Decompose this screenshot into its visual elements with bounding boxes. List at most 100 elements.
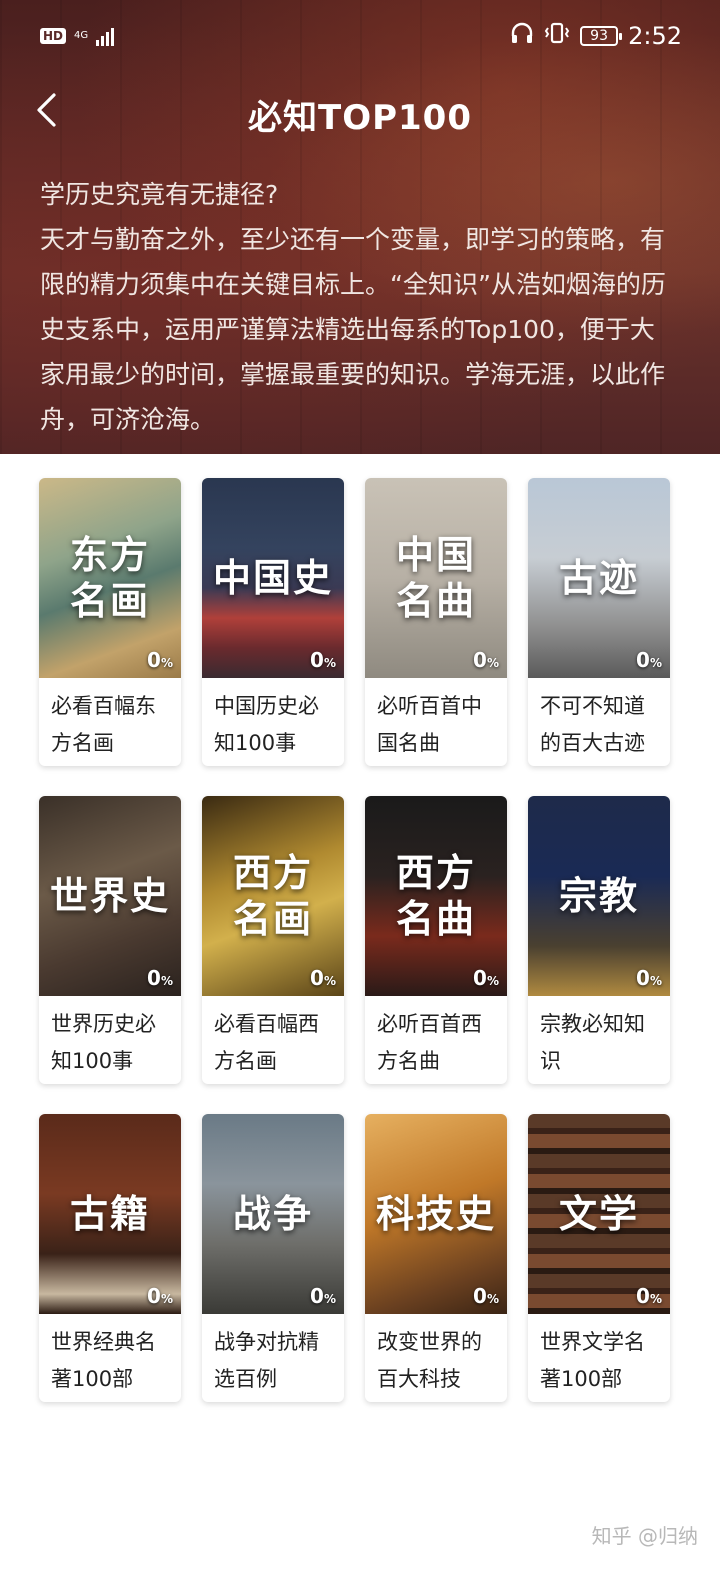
progress-value: 0 — [636, 966, 650, 990]
card-caption: 世界经典名著100部 — [51, 1330, 156, 1391]
topic-card[interactable]: 宗教 0% 宗教必知知识 — [528, 796, 670, 1084]
card-caption: 必看百幅西方名画 — [214, 1012, 319, 1073]
progress-value: 0 — [147, 966, 161, 990]
card-caption: 必看百幅东方名画 — [51, 694, 156, 755]
progress-unit: % — [486, 1292, 499, 1306]
network-label: 4G — [74, 30, 89, 41]
topic-grid: 东方 名画 0% 必看百幅东方名画 中国史 0% 中国历史必知100事 中国 名曲 0% 必听百… — [39, 478, 679, 1402]
card-cover-title: 西方 名曲 — [395, 850, 476, 941]
card-progress: 0% — [636, 648, 662, 672]
progress-unit: % — [160, 656, 173, 670]
headphones-icon — [510, 22, 534, 50]
card-cover-image: 文学 0% — [528, 1114, 670, 1314]
signal-icon — [96, 26, 115, 46]
progress-unit: % — [160, 1292, 173, 1306]
card-caption: 宗教必知知识 — [540, 1012, 645, 1073]
card-cover-title: 古籍 — [69, 1191, 150, 1236]
progress-value: 0 — [473, 1284, 487, 1308]
card-caption: 中国历史必知100事 — [214, 694, 319, 755]
card-caption: 不可不知道的百大古迹 — [540, 694, 645, 755]
battery-level: 93 — [590, 28, 608, 44]
progress-unit: % — [649, 1292, 662, 1306]
progress-unit: % — [649, 656, 662, 670]
progress-value: 0 — [147, 648, 161, 672]
progress-value: 0 — [636, 648, 650, 672]
watermark: 知乎 @归纳 — [591, 1524, 698, 1548]
topic-card[interactable]: 文学 0% 世界文学名著100部 — [528, 1114, 670, 1402]
progress-value: 0 — [473, 648, 487, 672]
intro-body: 天才与勤奋之外，至少还有一个变量，即学习的策略，有限的精力须集中在关键目标上。“… — [40, 225, 666, 434]
progress-value: 0 — [473, 966, 487, 990]
hd-badge: HD — [40, 28, 67, 44]
card-cover-title: 科技史 — [375, 1191, 496, 1236]
card-caption: 世界历史必知100事 — [51, 1012, 156, 1073]
card-progress: 0% — [147, 648, 173, 672]
card-cover-title: 中国 名曲 — [395, 532, 476, 623]
card-cover-image: 宗教 0% — [528, 796, 670, 996]
card-caption: 世界文学名著100部 — [540, 1330, 645, 1391]
progress-unit: % — [323, 974, 336, 988]
status-left: HD 4G — [40, 26, 115, 46]
topic-card[interactable]: 战争 0% 战争对抗精选百例 — [202, 1114, 344, 1402]
card-cover-image: 古迹 0% — [528, 478, 670, 678]
progress-value: 0 — [147, 1284, 161, 1308]
topic-card[interactable]: 古迹 0% 不可不知道的百大古迹 — [528, 478, 670, 766]
card-cover-image: 中国史 0% — [202, 478, 344, 678]
card-cover-image: 西方 名画 0% — [202, 796, 344, 996]
card-cover-image: 东方 名画 0% — [39, 478, 181, 678]
card-cover-title: 文学 — [558, 1191, 639, 1236]
card-cover-image: 世界史 0% — [39, 796, 181, 996]
card-caption: 必听百首中国名曲 — [377, 694, 482, 755]
vibrate-icon — [544, 22, 570, 50]
card-cover-title: 西方 名画 — [232, 850, 313, 941]
progress-unit: % — [649, 974, 662, 988]
card-progress: 0% — [473, 648, 499, 672]
topic-card[interactable]: 古籍 0% 世界经典名著100部 — [39, 1114, 181, 1402]
card-progress: 0% — [147, 966, 173, 990]
status-right: 93 2:52 — [510, 22, 682, 50]
battery-icon: 93 — [580, 26, 623, 46]
progress-unit: % — [323, 1292, 336, 1306]
topic-card[interactable]: 西方 名画 0% 必看百幅西方名画 — [202, 796, 344, 1084]
progress-unit: % — [160, 974, 173, 988]
topic-card[interactable]: 东方 名画 0% 必看百幅东方名画 — [39, 478, 181, 766]
card-caption: 改变世界的百大科技 — [377, 1330, 482, 1391]
card-cover-title: 中国史 — [212, 555, 333, 600]
status-bar: HD 4G 93 2:52 — [0, 0, 720, 72]
card-cover-title: 东方 名画 — [69, 532, 150, 623]
card-caption: 战争对抗精选百例 — [214, 1330, 319, 1391]
nav-bar: 必知TOP100 — [0, 78, 720, 148]
card-progress: 0% — [147, 1284, 173, 1308]
clock: 2:52 — [628, 22, 682, 50]
card-cover-title: 战争 — [232, 1191, 313, 1236]
card-caption: 必听百首西方名曲 — [377, 1012, 482, 1073]
card-progress: 0% — [310, 1284, 336, 1308]
progress-value: 0 — [310, 1284, 324, 1308]
card-cover-image: 战争 0% — [202, 1114, 344, 1314]
intro-text: 学历史究竟有无捷径? 天才与勤奋之外，至少还有一个变量，即学习的策略，有限的精力… — [40, 172, 670, 442]
card-progress: 0% — [310, 966, 336, 990]
card-progress: 0% — [473, 1284, 499, 1308]
topic-card[interactable]: 科技史 0% 改变世界的百大科技 — [365, 1114, 507, 1402]
page-title: 必知TOP100 — [248, 98, 472, 138]
progress-unit: % — [486, 974, 499, 988]
card-progress: 0% — [636, 966, 662, 990]
progress-value: 0 — [636, 1284, 650, 1308]
network-type: 4G — [74, 31, 88, 41]
progress-unit: % — [323, 656, 336, 670]
card-cover-title: 宗教 — [558, 873, 639, 918]
progress-value: 0 — [310, 966, 324, 990]
card-cover-image: 科技史 0% — [365, 1114, 507, 1314]
topic-card[interactable]: 西方 名曲 0% 必听百首西方名曲 — [365, 796, 507, 1084]
topic-card[interactable]: 中国史 0% 中国历史必知100事 — [202, 478, 344, 766]
card-cover-image: 中国 名曲 0% — [365, 478, 507, 678]
card-progress: 0% — [310, 648, 336, 672]
intro-question: 学历史究竟有无捷径? — [40, 180, 279, 209]
card-cover-image: 古籍 0% — [39, 1114, 181, 1314]
card-progress: 0% — [473, 966, 499, 990]
topic-card[interactable]: 中国 名曲 0% 必听百首中国名曲 — [365, 478, 507, 766]
topic-card[interactable]: 世界史 0% 世界历史必知100事 — [39, 796, 181, 1084]
card-cover-image: 西方 名曲 0% — [365, 796, 507, 996]
progress-unit: % — [486, 656, 499, 670]
card-cover-title: 古迹 — [558, 555, 639, 600]
